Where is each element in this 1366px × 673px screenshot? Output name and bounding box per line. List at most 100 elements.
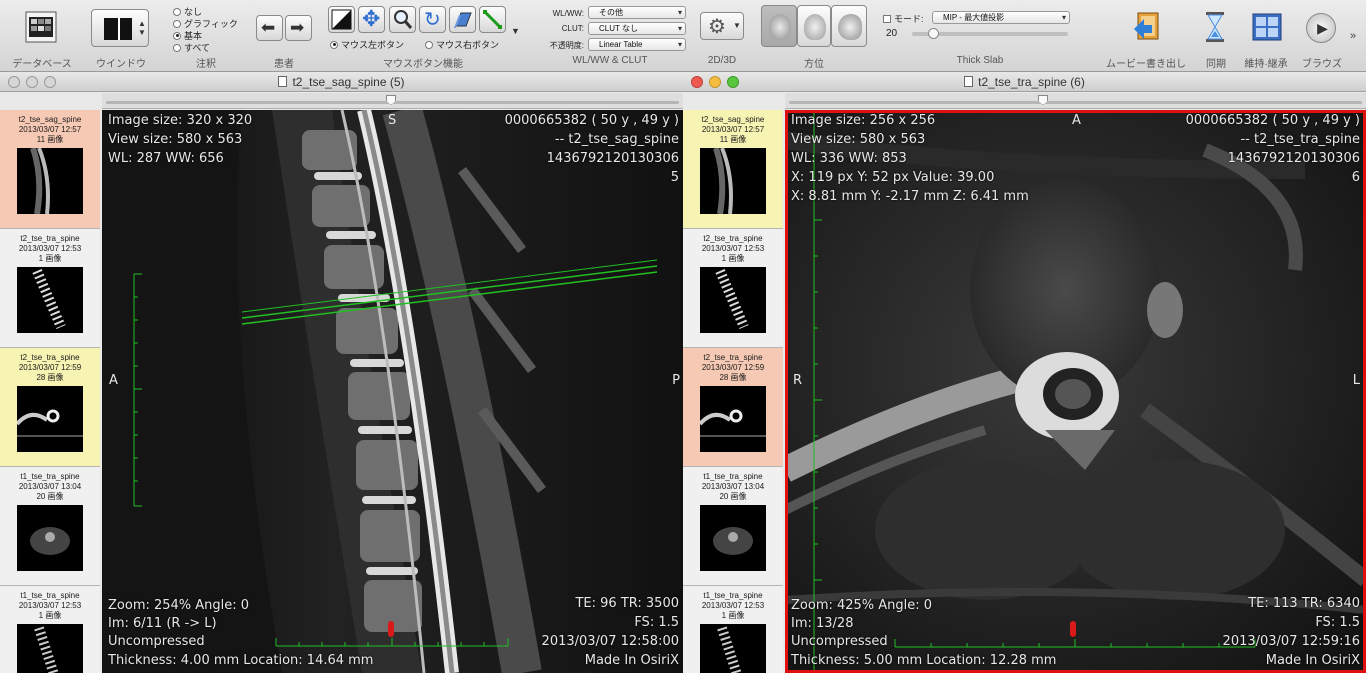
series-count: 1 画像	[721, 254, 745, 263]
mouse-right-option[interactable]: マウス右ボタン	[425, 38, 499, 51]
document-icon	[278, 76, 288, 87]
orientation-coronal-button[interactable]	[797, 5, 831, 47]
series-date: 2013/03/07 12:53	[701, 244, 765, 253]
series-name: t1_tse_tra_spine	[20, 472, 80, 481]
tool-measure[interactable]	[479, 6, 506, 33]
series-thumb-3[interactable]: t2_tse_tra_spine 2013/03/07 12:59 28 画像	[0, 348, 100, 467]
wlww-field-label: WL/WW:	[552, 9, 584, 18]
series-thumb-2[interactable]: t2_tse_tra_spine 2013/03/07 12:53 1 画像	[0, 229, 100, 348]
orientation-label: 方位	[804, 59, 824, 70]
mode-select[interactable]: MIP - 最大値投影	[932, 11, 1070, 24]
left-window-title: t2_tse_sag_spine (5)	[292, 75, 405, 89]
radio-icon	[173, 7, 181, 16]
series-count: 11 画像	[719, 135, 747, 144]
opacity-select[interactable]: Linear Table	[588, 38, 686, 51]
right-orient-right: L	[1352, 373, 1360, 388]
sync-hourglass-icon[interactable]	[1203, 10, 1227, 44]
series-thumb-1[interactable]: t2_tse_sag_spine 2013/03/07 12:57 11 画像	[0, 110, 100, 229]
series-count: 1 画像	[38, 254, 62, 263]
database-icon[interactable]	[25, 10, 57, 44]
radio-selected-icon	[173, 31, 181, 40]
series-name: t2_tse_tra_spine	[703, 234, 763, 243]
series-thumb-2[interactable]: t2_tse_tra_spine 2013/03/07 12:53 1 画像	[683, 229, 783, 348]
tool-scroll[interactable]	[449, 6, 476, 33]
window-label: ウインドウ	[96, 59, 146, 70]
right-image-viewer[interactable]: Image size: 256 x 256 View size: 580 x 5…	[785, 110, 1366, 673]
close-icon[interactable]	[8, 76, 20, 88]
tool-zoom[interactable]	[389, 6, 416, 33]
right-im: Im: 13/28	[791, 616, 854, 631]
sagittal-mri-image	[102, 110, 683, 673]
left-image-slider[interactable]	[102, 93, 683, 109]
slab-slider[interactable]	[912, 28, 1068, 39]
series-thumb-5[interactable]: t1_tse_tra_spine 2013/03/07 12:53 1 画像	[0, 586, 100, 673]
left-image-viewer[interactable]: Image size: 320 x 320 View size: 580 x 5…	[102, 110, 683, 673]
tool-pan[interactable]: ✥	[358, 6, 385, 33]
left-compression: Uncompressed	[108, 634, 205, 649]
tool-wlww[interactable]	[328, 6, 355, 33]
minimize-icon[interactable]	[26, 76, 38, 88]
right-image-size: Image size: 256 x 256	[791, 113, 936, 128]
movie-export-icon[interactable]	[1131, 10, 1163, 44]
mouse-left-option[interactable]: マウス左ボタン	[330, 38, 404, 51]
series-thumb-1[interactable]: t2_tse_sag_spine 2013/03/07 12:57 11 画像	[683, 110, 783, 229]
series-thumbnail-image	[17, 505, 83, 571]
series-thumb-4[interactable]: t1_tse_tra_spine 2013/03/07 13:04 20 画像	[683, 467, 783, 586]
radio-icon	[173, 19, 181, 28]
movie-label: ムービー書き出し	[1106, 59, 1186, 70]
stack-icon	[454, 12, 472, 28]
close-icon[interactable]	[691, 76, 703, 88]
series-count: 1 画像	[721, 611, 745, 620]
right-titlebar[interactable]: t2_tse_tra_spine (6)	[683, 72, 1366, 92]
left-titlebar[interactable]: t2_tse_sag_spine (5)	[0, 72, 683, 92]
patient-prev-button[interactable]: ⬅	[256, 15, 283, 41]
right-zoom: Zoom: 425% Angle: 0	[791, 598, 933, 613]
tile-windows-icon[interactable]	[1251, 12, 1283, 42]
left-orient-left: A	[109, 373, 118, 388]
series-thumb-4[interactable]: t1_tse_tra_spine 2013/03/07 13:04 20 画像	[0, 467, 100, 586]
twod3d-button[interactable]: ⚙ ▼	[700, 12, 744, 40]
left-image-size: Image size: 320 x 320	[108, 113, 253, 128]
right-fs: FS: 1.5	[1315, 615, 1360, 630]
left-view-size: View size: 580 x 563	[108, 132, 243, 147]
annotation-option-all[interactable]: すべて	[173, 41, 210, 54]
patient-next-button[interactable]: ➡	[285, 15, 312, 41]
orientation-axial-button[interactable]	[761, 5, 797, 47]
browse-play-icon[interactable]: ▶	[1306, 13, 1336, 43]
tools-overflow-icon[interactable]: ▼	[511, 26, 520, 36]
series-count: 11 画像	[36, 135, 64, 144]
series-date: 2013/03/07 12:53	[18, 601, 82, 610]
left-datetime: 2013/03/07 12:58:00	[541, 634, 679, 649]
zoom-icon[interactable]	[727, 76, 739, 88]
right-pixel-value: X: 119 px Y: 52 px Value: 39.00	[791, 170, 995, 185]
tile-label: 維持·継承	[1244, 59, 1288, 70]
head-coronal-icon	[804, 14, 826, 40]
mode-checkbox[interactable]: モード:	[883, 12, 924, 25]
zoom-icon[interactable]	[44, 76, 56, 88]
orientation-sagittal-button[interactable]	[831, 5, 867, 47]
series-thumbnail-image	[700, 148, 766, 214]
series-date: 2013/03/07 12:57	[18, 125, 82, 134]
right-datetime: 2013/03/07 12:59:16	[1222, 634, 1360, 649]
series-thumb-5[interactable]: t1_tse_tra_spine 2013/03/07 12:53 1 画像	[683, 586, 783, 673]
left-viewer-window: t2_tse_sag_spine (5) t2_tse_sag_spine 20…	[0, 72, 683, 673]
slab-slider-thumb[interactable]	[928, 28, 939, 39]
right-image-slider[interactable]	[785, 93, 1366, 109]
series-count: 1 画像	[38, 611, 62, 620]
series-thumb-3[interactable]: t2_tse_tra_spine 2013/03/07 12:59 28 画像	[683, 348, 783, 467]
wlww-select[interactable]: その他	[588, 6, 686, 19]
arrow-left-icon: ⬅	[261, 18, 276, 37]
window-split-divider	[118, 18, 120, 40]
arrow-right-icon: ➡	[290, 18, 305, 37]
window-layout-button[interactable]: ▲ ▼	[91, 9, 149, 47]
magnifier-icon	[394, 10, 413, 29]
clut-select[interactable]: CLUT なし	[588, 22, 686, 35]
tool-rotate[interactable]: ↻	[419, 6, 446, 33]
series-date: 2013/03/07 12:57	[701, 125, 765, 134]
toolbar-overflow-icon[interactable]: »	[1350, 30, 1356, 42]
ruler-line-icon	[483, 10, 502, 29]
series-count: 28 画像	[719, 373, 747, 382]
left-orient-top: S	[388, 113, 397, 128]
minimize-icon[interactable]	[709, 76, 721, 88]
series-name: t1_tse_tra_spine	[703, 591, 763, 600]
